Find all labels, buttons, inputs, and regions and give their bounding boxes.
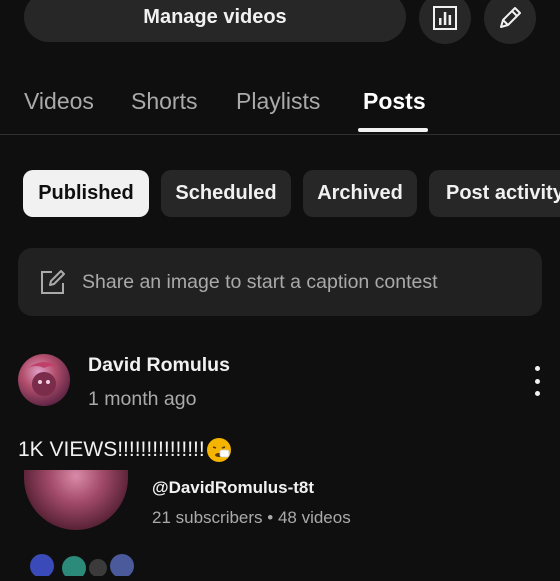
post-text: 1K VIEWS!!!!!!!!!!!!!!! xyxy=(18,438,231,462)
partial-avatars-row xyxy=(28,546,138,580)
create-post-composer[interactable]: Share an image to start a caption contes… xyxy=(18,248,542,316)
post-timestamp: 1 month ago xyxy=(88,388,197,410)
channel-tabs: Videos Shorts Playlists Posts xyxy=(0,78,560,135)
active-tab-indicator xyxy=(358,128,428,132)
chip-post-activity[interactable]: Post activity xyxy=(429,170,560,217)
chip-archived[interactable]: Archived xyxy=(303,170,417,217)
manage-videos-button[interactable]: Manage videos xyxy=(24,0,406,42)
chip-published[interactable]: Published xyxy=(23,170,149,217)
more-options-icon[interactable] xyxy=(524,366,550,396)
post-author-name[interactable]: David Romulus xyxy=(88,354,230,377)
shared-channel-stats: 21 subscribers • 48 videos xyxy=(152,508,351,527)
pencil-icon xyxy=(500,7,521,28)
sneezing-face-icon xyxy=(206,438,231,462)
tab-posts[interactable]: Posts xyxy=(363,78,426,134)
author-avatar[interactable] xyxy=(18,354,70,406)
tab-playlists[interactable]: Playlists xyxy=(236,78,320,134)
bar-chart-icon xyxy=(433,6,457,30)
edit-square-icon xyxy=(41,270,65,294)
chip-scheduled[interactable]: Scheduled xyxy=(161,170,291,217)
edit-channel-button[interactable] xyxy=(484,0,536,44)
analytics-button[interactable] xyxy=(419,0,471,44)
shared-channel-avatar[interactable] xyxy=(24,470,128,530)
composer-placeholder: Share an image to start a caption contes… xyxy=(82,270,438,293)
shared-channel-handle[interactable]: @DavidRomulus-t8t xyxy=(152,478,314,498)
tab-videos[interactable]: Videos xyxy=(24,78,94,134)
post-body: 1K VIEWS!!!!!!!!!!!!!!! xyxy=(18,438,205,461)
tab-shorts[interactable]: Shorts xyxy=(131,78,197,134)
